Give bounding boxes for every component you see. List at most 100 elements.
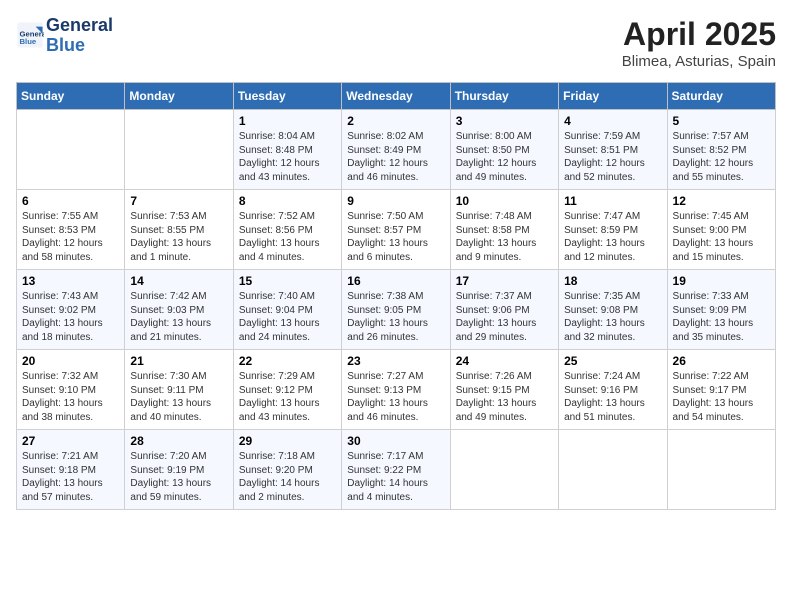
day-info: Sunrise: 8:00 AMSunset: 8:50 PMDaylight:… (456, 130, 553, 184)
calendar-cell (450, 430, 558, 510)
calendar-cell: 26Sunrise: 7:22 AMSunset: 9:17 PMDayligh… (667, 350, 775, 430)
day-info: Sunrise: 7:24 AMSunset: 9:16 PMDaylight:… (564, 370, 661, 424)
day-info: Sunrise: 7:45 AMSunset: 9:00 PMDaylight:… (673, 210, 770, 264)
weekday-header: Saturday (667, 83, 775, 110)
weekday-header: Friday (559, 83, 667, 110)
calendar-cell: 8Sunrise: 7:52 AMSunset: 8:56 PMDaylight… (233, 190, 341, 270)
calendar-cell: 12 Sunrise: 7:45 AMSunset: 9:00 PMDayligh… (667, 190, 775, 270)
day-info: Sunrise: 7:50 AMSunset: 8:57 PMDaylight:… (347, 210, 444, 264)
day-number: 20 (22, 354, 119, 368)
day-number: 28 (130, 434, 227, 448)
day-number: 24 (456, 354, 553, 368)
calendar-cell: 2 Sunrise: 8:02 AMSunset: 8:49 PMDaylight… (342, 110, 450, 190)
calendar-cell: 9 Sunrise: 7:50 AMSunset: 8:57 PMDaylight… (342, 190, 450, 270)
day-info: Sunrise: 7:57 AMSunset: 8:52 PMDaylight:… (673, 130, 770, 184)
calendar-cell: 18 Sunrise: 7:35 AMSunset: 9:08 PMDayligh… (559, 270, 667, 350)
calendar-cell: 10 Sunrise: 7:48 AMSunset: 8:58 PMDayligh… (450, 190, 558, 270)
day-info: Sunrise: 7:59 AMSunset: 8:51 PMDaylight:… (564, 130, 661, 184)
calendar-cell: 15 Sunrise: 7:40 AMSunset: 9:04 PMDayligh… (233, 270, 341, 350)
day-info: Sunrise: 7:48 AMSunset: 8:58 PMDaylight:… (456, 210, 553, 264)
calendar-cell: 22 Sunrise: 7:29 AMSunset: 9:12 PMDayligh… (233, 350, 341, 430)
day-info: Sunrise: 7:47 AMSunset: 8:59 PMDaylight:… (564, 210, 661, 264)
day-info: Sunrise: 8:04 AMSunset: 8:48 PMDaylight:… (239, 130, 336, 184)
calendar-cell (17, 110, 125, 190)
calendar-cell: 21 Sunrise: 7:30 AMSunset: 9:11 PMDayligh… (125, 350, 233, 430)
day-info: Sunrise: 7:20 AMSunset: 9:19 PMDaylight:… (130, 450, 227, 504)
day-info: Sunrise: 7:21 AMSunset: 9:18 PMDaylight:… (22, 450, 119, 504)
location-title: Blimea, Asturias, Spain (622, 53, 776, 70)
day-number: 7 (130, 194, 227, 208)
day-info: Sunrise: 7:30 AMSunset: 9:11 PMDaylight:… (130, 370, 227, 424)
day-info: Sunrise: 7:35 AMSunset: 9:08 PMDaylight:… (564, 290, 661, 344)
calendar-week-row: 1 Sunrise: 8:04 AMSunset: 8:48 PMDaylight… (17, 110, 776, 190)
day-info: Sunrise: 7:33 AMSunset: 9:09 PMDaylight:… (673, 290, 770, 344)
calendar-cell: 11Sunrise: 7:47 AMSunset: 8:59 PMDayligh… (559, 190, 667, 270)
day-info: Sunrise: 7:18 AMSunset: 9:20 PMDaylight:… (239, 450, 336, 504)
calendar-cell: 23 Sunrise: 7:27 AMSunset: 9:13 PMDayligh… (342, 350, 450, 430)
day-info: Sunrise: 7:29 AMSunset: 9:12 PMDaylight:… (239, 370, 336, 424)
calendar-cell: 4Sunrise: 7:59 AMSunset: 8:51 PMDaylight… (559, 110, 667, 190)
day-number: 19 (673, 274, 770, 288)
calendar-cell: 20 Sunrise: 7:32 AMSunset: 9:10 PMDayligh… (17, 350, 125, 430)
calendar-cell: 6Sunrise: 7:55 AMSunset: 8:53 PMDaylight… (17, 190, 125, 270)
calendar-week-row: 6Sunrise: 7:55 AMSunset: 8:53 PMDaylight… (17, 190, 776, 270)
calendar-week-row: 20 Sunrise: 7:32 AMSunset: 9:10 PMDayligh… (17, 350, 776, 430)
calendar-cell: 30 Sunrise: 7:17 AMSunset: 9:22 PMDayligh… (342, 430, 450, 510)
calendar-cell: 28 Sunrise: 7:20 AMSunset: 9:19 PMDayligh… (125, 430, 233, 510)
logo: General Blue General Blue (16, 16, 113, 56)
day-info: Sunrise: 7:40 AMSunset: 9:04 PMDaylight:… (239, 290, 336, 344)
day-number: 18 (564, 274, 661, 288)
calendar-table: SundayMondayTuesdayWednesdayThursdayFrid… (16, 82, 776, 510)
month-title: April 2025 (622, 16, 776, 53)
day-number: 3 (456, 114, 553, 128)
day-number: 2 (347, 114, 444, 128)
calendar-cell: 17Sunrise: 7:37 AMSunset: 9:06 PMDayligh… (450, 270, 558, 350)
weekday-header-row: SundayMondayTuesdayWednesdayThursdayFrid… (17, 83, 776, 110)
calendar-cell (667, 430, 775, 510)
calendar-cell: 5 Sunrise: 7:57 AMSunset: 8:52 PMDaylight… (667, 110, 775, 190)
logo-icon: General Blue (16, 21, 44, 49)
calendar-cell: 27 Sunrise: 7:21 AMSunset: 9:18 PMDayligh… (17, 430, 125, 510)
calendar-cell (125, 110, 233, 190)
day-info: Sunrise: 7:53 AMSunset: 8:55 PMDaylight:… (130, 210, 227, 264)
calendar-cell: 29Sunrise: 7:18 AMSunset: 9:20 PMDayligh… (233, 430, 341, 510)
day-number: 15 (239, 274, 336, 288)
day-number: 9 (347, 194, 444, 208)
day-info: Sunrise: 7:38 AMSunset: 9:05 PMDaylight:… (347, 290, 444, 344)
day-number: 14 (130, 274, 227, 288)
weekday-header: Sunday (17, 83, 125, 110)
day-number: 12 (673, 194, 770, 208)
day-number: 17 (456, 274, 553, 288)
page-header: General Blue General Blue April 2025 Bli… (16, 16, 776, 70)
day-number: 10 (456, 194, 553, 208)
day-number: 1 (239, 114, 336, 128)
title-block: April 2025 Blimea, Asturias, Spain (622, 16, 776, 70)
calendar-cell: 1 Sunrise: 8:04 AMSunset: 8:48 PMDaylight… (233, 110, 341, 190)
day-number: 21 (130, 354, 227, 368)
calendar-cell (559, 430, 667, 510)
day-info: Sunrise: 7:27 AMSunset: 9:13 PMDaylight:… (347, 370, 444, 424)
day-number: 27 (22, 434, 119, 448)
calendar-cell: 16 Sunrise: 7:38 AMSunset: 9:05 PMDayligh… (342, 270, 450, 350)
day-number: 13 (22, 274, 119, 288)
weekday-header: Wednesday (342, 83, 450, 110)
calendar-week-row: 13 Sunrise: 7:43 AMSunset: 9:02 PMDayligh… (17, 270, 776, 350)
day-number: 5 (673, 114, 770, 128)
day-info: Sunrise: 7:43 AMSunset: 9:02 PMDaylight:… (22, 290, 119, 344)
day-info: Sunrise: 7:26 AMSunset: 9:15 PMDaylight:… (456, 370, 553, 424)
weekday-header: Thursday (450, 83, 558, 110)
day-number: 8 (239, 194, 336, 208)
day-info: Sunrise: 7:17 AMSunset: 9:22 PMDaylight:… (347, 450, 444, 504)
day-info: Sunrise: 7:32 AMSunset: 9:10 PMDaylight:… (22, 370, 119, 424)
day-info: Sunrise: 7:55 AMSunset: 8:53 PMDaylight:… (22, 210, 119, 264)
calendar-cell: 3 Sunrise: 8:00 AMSunset: 8:50 PMDaylight… (450, 110, 558, 190)
calendar-cell: 24 Sunrise: 7:26 AMSunset: 9:15 PMDayligh… (450, 350, 558, 430)
day-number: 30 (347, 434, 444, 448)
day-info: Sunrise: 8:02 AMSunset: 8:49 PMDaylight:… (347, 130, 444, 184)
weekday-header: Tuesday (233, 83, 341, 110)
day-number: 23 (347, 354, 444, 368)
calendar-cell: 19 Sunrise: 7:33 AMSunset: 9:09 PMDayligh… (667, 270, 775, 350)
day-number: 22 (239, 354, 336, 368)
day-number: 16 (347, 274, 444, 288)
day-number: 25 (564, 354, 661, 368)
